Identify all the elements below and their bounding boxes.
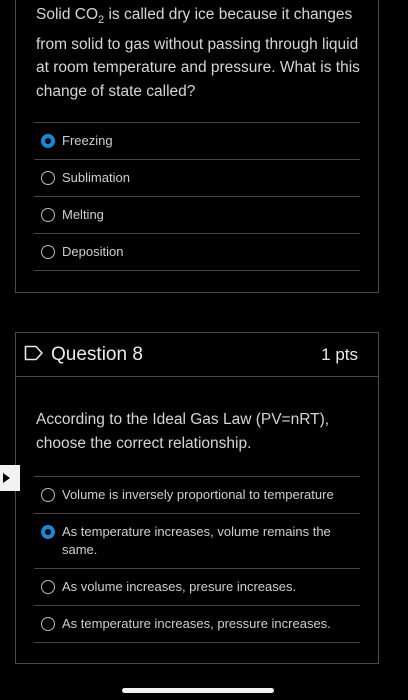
answer-option-volume-same[interactable]: As temperature increases, volume remains…	[34, 513, 360, 568]
question-7-answers: Freezing Sublimation Melting Deposition	[34, 122, 360, 271]
question-7-text: Solid CO2 is called dry ice because it c…	[36, 6, 360, 100]
answer-label: As temperature increases, volume remains…	[62, 524, 331, 557]
question-8-text: According to the Ideal Gas Law (PV=nRT),…	[36, 411, 330, 452]
radio-selected-icon[interactable]	[41, 134, 55, 148]
answer-label: Melting	[62, 207, 104, 222]
home-indicator[interactable]	[122, 688, 274, 693]
flag-outline-icon[interactable]	[24, 345, 44, 366]
radio-icon[interactable]	[41, 245, 55, 259]
question-8-card: Question 8 1 pts According to the Ideal …	[15, 332, 379, 664]
radio-icon[interactable]	[41, 171, 55, 185]
answer-option-freezing[interactable]: Freezing	[34, 122, 360, 159]
answer-label: Volume is inversely proportional to temp…	[62, 487, 334, 502]
question-7-card: Solid CO2 is called dry ice because it c…	[15, 0, 379, 293]
radio-icon[interactable]	[41, 488, 55, 502]
question-8-answers: Volume is inversely proportional to temp…	[34, 476, 360, 643]
radio-selected-icon[interactable]	[41, 525, 55, 539]
triangle-right-icon[interactable]	[0, 465, 20, 491]
answer-option-deposition[interactable]: Deposition	[34, 233, 360, 271]
answer-option-melting[interactable]: Melting	[34, 196, 360, 233]
answer-label: Deposition	[62, 244, 124, 259]
answer-label: As temperature increases, pressure incre…	[62, 616, 331, 631]
answer-option-temperature-pressure[interactable]: As temperature increases, pressure incre…	[34, 605, 360, 643]
radio-icon[interactable]	[41, 208, 55, 222]
answer-option-inverse-volume[interactable]: Volume is inversely proportional to temp…	[34, 476, 360, 513]
question-title: Question 8	[51, 344, 143, 365]
question-points: 1 pts	[321, 345, 358, 364]
answer-label: Sublimation	[62, 170, 130, 185]
radio-icon[interactable]	[41, 580, 55, 594]
answer-label: As volume increases, presure increases.	[62, 579, 297, 594]
answer-option-volume-pressure[interactable]: As volume increases, presure increases.	[34, 568, 360, 605]
answer-option-sublimation[interactable]: Sublimation	[34, 159, 360, 196]
answer-label: Freezing	[62, 133, 113, 148]
radio-icon[interactable]	[41, 617, 55, 631]
question-8-header: Question 8 1 pts	[16, 333, 378, 377]
